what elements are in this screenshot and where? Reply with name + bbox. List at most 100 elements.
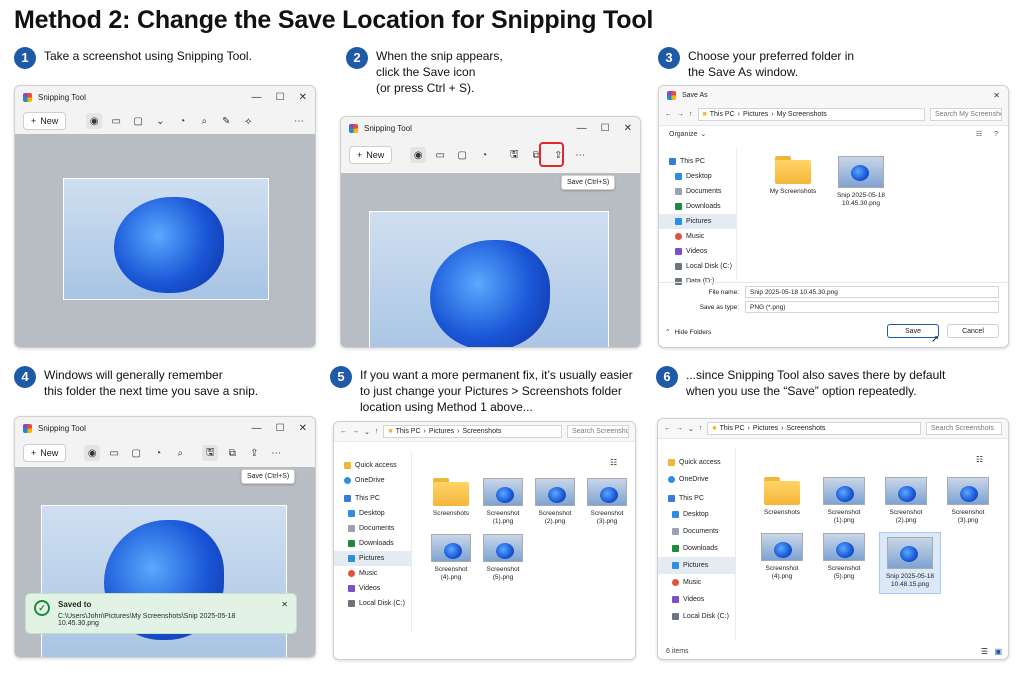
list-item[interactable]: Screenshot (3).png <box>584 478 630 526</box>
list-item[interactable]: My Screenshots <box>765 156 821 208</box>
breadcrumb-item[interactable]: Pictures <box>753 425 778 432</box>
nav-item-videos[interactable]: Videos <box>658 591 735 608</box>
back-icon[interactable]: ← <box>665 111 672 118</box>
nav-item-pictures[interactable]: Pictures <box>334 551 411 566</box>
breadcrumb-item[interactable]: My Screenshots <box>777 111 827 118</box>
forward-icon[interactable]: → <box>677 111 684 118</box>
minimize-icon[interactable]: — <box>252 92 262 103</box>
close-icon[interactable]: ✕ <box>281 600 288 627</box>
search-input[interactable]: Search Screenshots <box>567 425 629 438</box>
video-icon[interactable]: ▭ <box>108 113 124 129</box>
camera-icon[interactable]: ◉ <box>410 147 427 163</box>
list-item[interactable]: Screenshot (5).png <box>818 533 870 593</box>
text-actions-icon[interactable]: ⌕ <box>172 445 188 461</box>
back-icon[interactable]: ← <box>664 425 671 432</box>
new-button[interactable]: + New <box>23 112 67 130</box>
snip-canvas[interactable] <box>341 173 640 347</box>
camera-icon[interactable]: ◉ <box>84 445 101 461</box>
breadcrumb-item[interactable]: Pictures <box>743 111 768 118</box>
breadcrumb[interactable]: ■ This PC › Pictures › Screenshots <box>383 425 562 438</box>
camera-icon[interactable]: ◉ <box>86 113 103 129</box>
no-markup-icon[interactable]: ✎ <box>218 113 234 129</box>
nav-item-this-pc[interactable]: This PC <box>659 154 736 169</box>
nav-item-desktop[interactable]: Desktop <box>659 169 736 184</box>
cancel-button[interactable]: Cancel <box>947 324 999 338</box>
close-icon[interactable]: ✕ <box>299 92 307 103</box>
timer-icon[interactable]: ◔ <box>150 445 166 461</box>
new-button[interactable]: + New <box>23 444 67 462</box>
details-view-icon[interactable]: ☰ <box>981 647 988 656</box>
nav-item-local-disk[interactable]: Local Disk (C:) <box>659 259 736 274</box>
list-item[interactable]: Screenshots <box>756 477 808 525</box>
breadcrumb-item[interactable]: Pictures <box>429 428 454 435</box>
new-button[interactable]: + New <box>349 146 393 164</box>
search-input[interactable]: Search Screenshots <box>926 422 1002 435</box>
text-actions-icon[interactable]: ⌕ <box>196 113 212 129</box>
more-icon[interactable]: ⋯ <box>268 445 284 461</box>
breadcrumb-item[interactable]: This PC <box>396 428 421 435</box>
chevron-down-icon[interactable]: ⌄ <box>364 428 370 436</box>
nav-item-onedrive[interactable]: OneDrive <box>334 473 411 488</box>
list-item[interactable]: Screenshot (2).png <box>880 477 932 525</box>
list-item[interactable]: Screenshot (3).png <box>942 477 994 525</box>
minimize-icon[interactable]: — <box>577 123 587 134</box>
nav-item-pictures[interactable]: Pictures <box>658 557 735 574</box>
search-input[interactable]: Search My Screenshots <box>930 108 1002 121</box>
breadcrumb[interactable]: ■ This PC › Pictures › My Screenshots <box>697 108 925 121</box>
close-icon[interactable]: ✕ <box>624 123 632 134</box>
nav-item-this-pc[interactable]: This PC <box>334 491 411 506</box>
view-options-icon[interactable]: ☷ <box>610 458 617 467</box>
maximize-icon[interactable]: ☐ <box>276 423 285 434</box>
breadcrumb-item[interactable]: Screenshots <box>787 425 826 432</box>
forward-icon[interactable]: → <box>676 425 683 432</box>
nav-item-music[interactable]: Music <box>334 566 411 581</box>
nav-item-desktop[interactable]: Desktop <box>334 506 411 521</box>
up-icon[interactable]: ↑ <box>689 111 693 118</box>
list-item[interactable]: Screenshot (4).png <box>428 534 474 582</box>
list-item[interactable]: Snip 2025-05-18 10.48.15.png <box>879 532 941 594</box>
up-icon[interactable]: ↑ <box>699 425 703 432</box>
list-item[interactable]: Snip 2025-05-18 10.45.30.png <box>833 156 889 208</box>
file-name-input[interactable]: Snip 2025-05-18 10.45.30.png <box>745 286 999 298</box>
notification-path[interactable]: C:\Users\John\Pictures\My Screenshots\Sn… <box>58 613 273 627</box>
nav-item-onedrive[interactable]: OneDrive <box>658 472 735 487</box>
breadcrumb[interactable]: ■ This PC › Pictures › Screenshots <box>707 422 921 435</box>
nav-item-local-disk[interactable]: Local Disk (C:) <box>658 608 735 625</box>
nav-item-quick-access[interactable]: Quick access <box>658 455 735 470</box>
list-item[interactable]: Screenshot (1).png <box>818 477 870 525</box>
save-icon[interactable]: 🖫 <box>506 147 522 163</box>
timer-icon[interactable]: ◔ <box>174 113 190 129</box>
large-icons-view-icon[interactable]: ▣ <box>994 647 1002 656</box>
share-icon[interactable]: ⇪ <box>246 445 262 461</box>
nav-item-documents[interactable]: Documents <box>659 184 736 199</box>
rectangle-mode-icon[interactable]: ▢ <box>454 147 470 163</box>
copy-icon[interactable]: ⧉ <box>224 445 240 461</box>
breadcrumb-item[interactable]: Screenshots <box>463 428 502 435</box>
list-item[interactable]: Screenshot (5).png <box>480 534 526 582</box>
nav-item-downloads[interactable]: Downloads <box>334 536 411 551</box>
list-item[interactable]: Screenshot (4).png <box>756 533 808 593</box>
video-icon[interactable]: ▭ <box>432 147 448 163</box>
more-icon[interactable]: ⋯ <box>572 147 588 163</box>
rectangle-mode-icon[interactable]: ▢ <box>130 113 146 129</box>
close-icon[interactable]: ✕ <box>993 91 1000 100</box>
nav-item-music[interactable]: Music <box>659 229 736 244</box>
rectangle-mode-icon[interactable]: ▢ <box>128 445 144 461</box>
list-item[interactable]: Screenshot (1).png <box>480 478 526 526</box>
chevron-down-icon[interactable]: ⌄ <box>688 425 694 433</box>
view-options-icon[interactable]: ☷ <box>976 130 982 138</box>
nav-item-videos[interactable]: Videos <box>334 581 411 596</box>
nav-item-quick-access[interactable]: Quick access <box>334 458 411 473</box>
nav-item-downloads[interactable]: Downloads <box>659 199 736 214</box>
nav-item-this-pc[interactable]: This PC <box>658 491 735 506</box>
list-item[interactable]: Screenshots <box>428 478 474 526</box>
save-type-select[interactable]: PNG (*.png) <box>745 301 999 313</box>
organize-button[interactable]: Organize <box>669 131 697 138</box>
help-icon[interactable]: ? <box>994 131 998 138</box>
maximize-icon[interactable]: ☐ <box>276 92 285 103</box>
save-icon[interactable]: 🖫 <box>202 445 219 461</box>
breadcrumb-item[interactable]: This PC <box>720 425 745 432</box>
back-icon[interactable]: ← <box>340 428 347 435</box>
maximize-icon[interactable]: ☐ <box>601 123 610 134</box>
snip-canvas[interactable] <box>15 134 315 347</box>
